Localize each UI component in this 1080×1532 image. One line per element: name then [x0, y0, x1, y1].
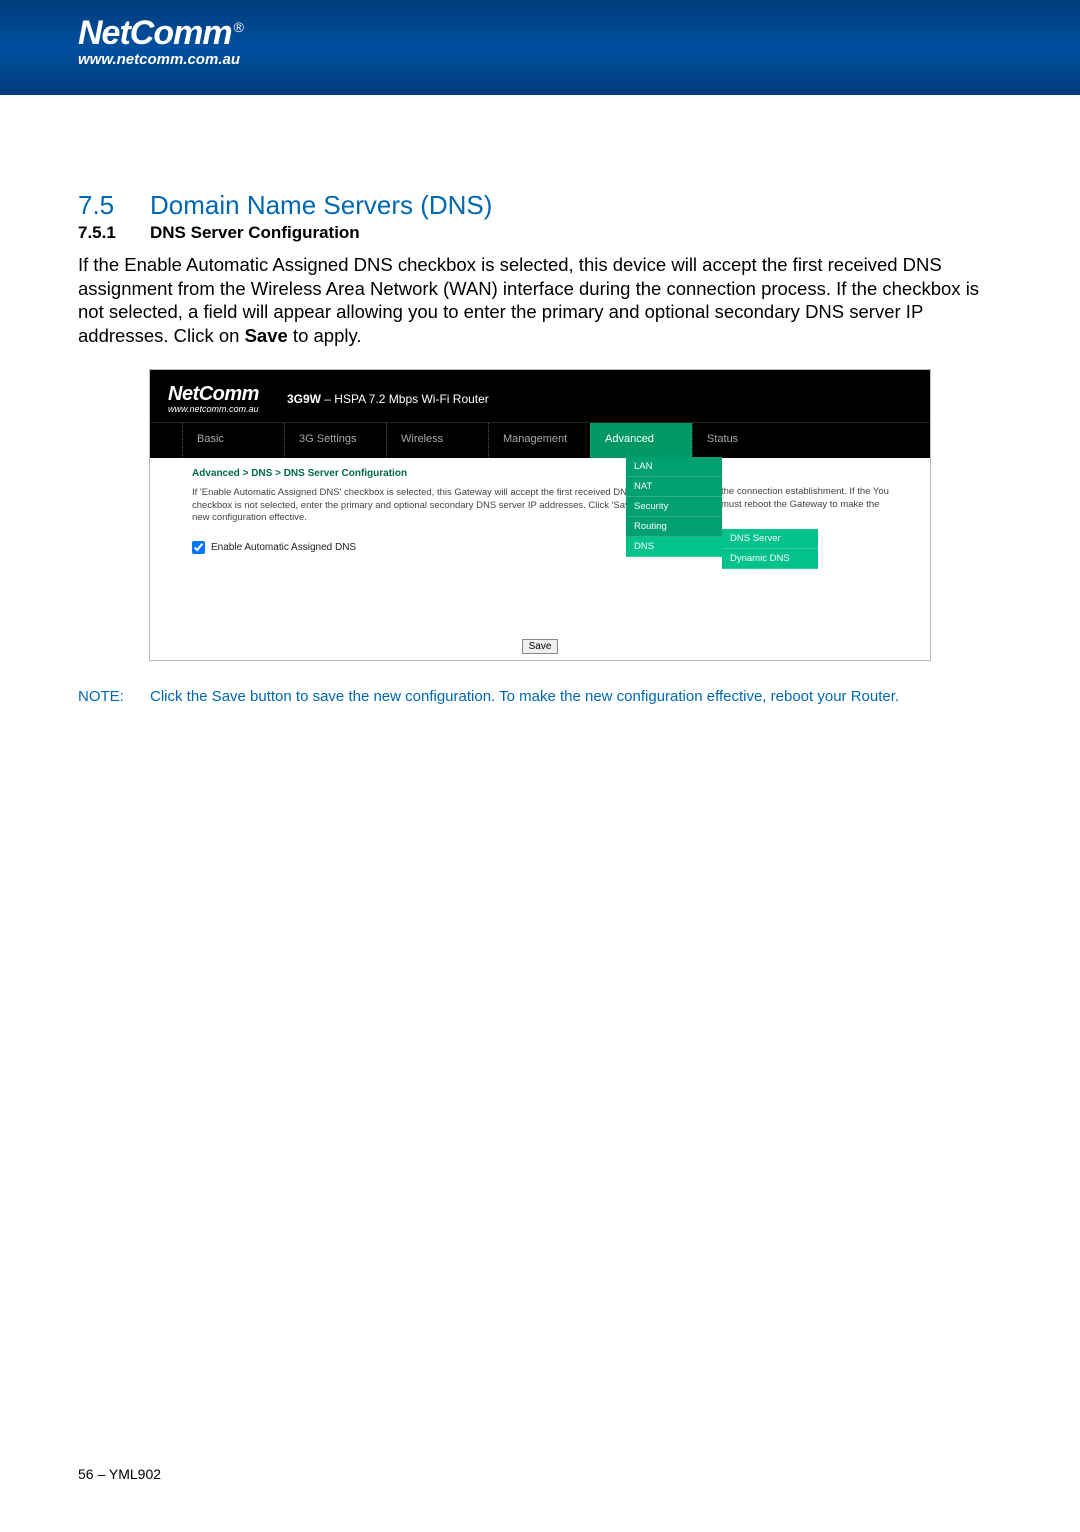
save-row: Save [150, 636, 930, 660]
page-header-banner: NetComm® www.netcomm.com.au [0, 0, 1080, 95]
dns-flyout: DNS Server Dynamic DNS [722, 529, 818, 569]
submenu-nat[interactable]: NAT [626, 477, 722, 497]
save-button[interactable]: Save [522, 639, 559, 654]
submenu-security[interactable]: Security [626, 497, 722, 517]
enable-auto-dns-checkbox[interactable] [192, 541, 205, 554]
section-body: If the Enable Automatic Assigned DNS che… [78, 253, 1002, 348]
submenu-routing[interactable]: Routing [626, 517, 722, 537]
advanced-submenu: LAN NAT Security Routing DNS [626, 457, 722, 557]
submenu-lan[interactable]: LAN [626, 457, 722, 477]
router-product-desc: – HSPA 7.2 Mbps Wi-Fi Router [321, 392, 489, 406]
router-product-title: 3G9W – HSPA 7.2 Mbps Wi-Fi Router [287, 392, 489, 406]
body-tail: to apply. [288, 325, 362, 346]
router-header: NetComm www.netcomm.com.au 3G9W – HSPA 7… [150, 370, 930, 422]
section-number: 7.5 [78, 190, 150, 221]
body-bold: Save [245, 325, 288, 346]
page-content: 7.5Domain Name Servers (DNS) 7.5.1DNS Se… [0, 95, 1080, 705]
menu-status[interactable]: Status [692, 423, 794, 458]
brand-logo: NetComm® [78, 14, 243, 53]
note-row: NOTE: Click the Save button to save the … [78, 688, 1002, 705]
page-footer: 56 – YML902 [78, 1466, 161, 1482]
flyout-dns-server[interactable]: DNS Server [722, 529, 818, 549]
config-description-left: If 'Enable Automatic Assigned DNS' check… [192, 487, 692, 525]
section-title-text: Domain Name Servers (DNS) [150, 190, 492, 220]
breadcrumb: Advanced > DNS > DNS Server Configuratio… [192, 468, 906, 479]
note-text: Click the Save button to save the new co… [150, 688, 899, 705]
brand-url: www.netcomm.com.au [78, 51, 1080, 68]
note-label: NOTE: [78, 688, 150, 705]
enable-auto-dns-label: Enable Automatic Assigned DNS [211, 542, 356, 553]
body-lead: If the Enable Automatic Assigned DNS che… [78, 254, 979, 346]
section-heading: 7.5Domain Name Servers (DNS) [78, 190, 1002, 221]
router-logo-url: www.netcomm.com.au [168, 404, 259, 414]
submenu-dns[interactable]: DNS [626, 537, 722, 557]
menu-3g-settings[interactable]: 3G Settings [284, 423, 386, 458]
router-logo: NetComm [168, 383, 259, 406]
subsection-heading: 7.5.1DNS Server Configuration [78, 223, 1002, 243]
subsection-number: 7.5.1 [78, 223, 150, 243]
router-content: LAN NAT Security Routing DNS DNS Server … [150, 458, 930, 578]
router-product-model: 3G9W [287, 392, 321, 406]
subsection-title-text: DNS Server Configuration [150, 223, 360, 242]
flyout-dynamic-dns[interactable]: Dynamic DNS [722, 549, 818, 569]
router-ui-screenshot: NetComm www.netcomm.com.au 3G9W – HSPA 7… [150, 370, 930, 660]
config-description-right: the connection establishment. If the You… [721, 486, 906, 512]
menu-advanced[interactable]: Advanced [590, 423, 692, 458]
menu-basic[interactable]: Basic [182, 423, 284, 458]
router-menubar: Basic 3G Settings Wireless Management Ad… [150, 422, 930, 458]
registered-mark: ® [234, 19, 243, 35]
menu-management[interactable]: Management [488, 423, 590, 458]
menu-wireless[interactable]: Wireless [386, 423, 488, 458]
